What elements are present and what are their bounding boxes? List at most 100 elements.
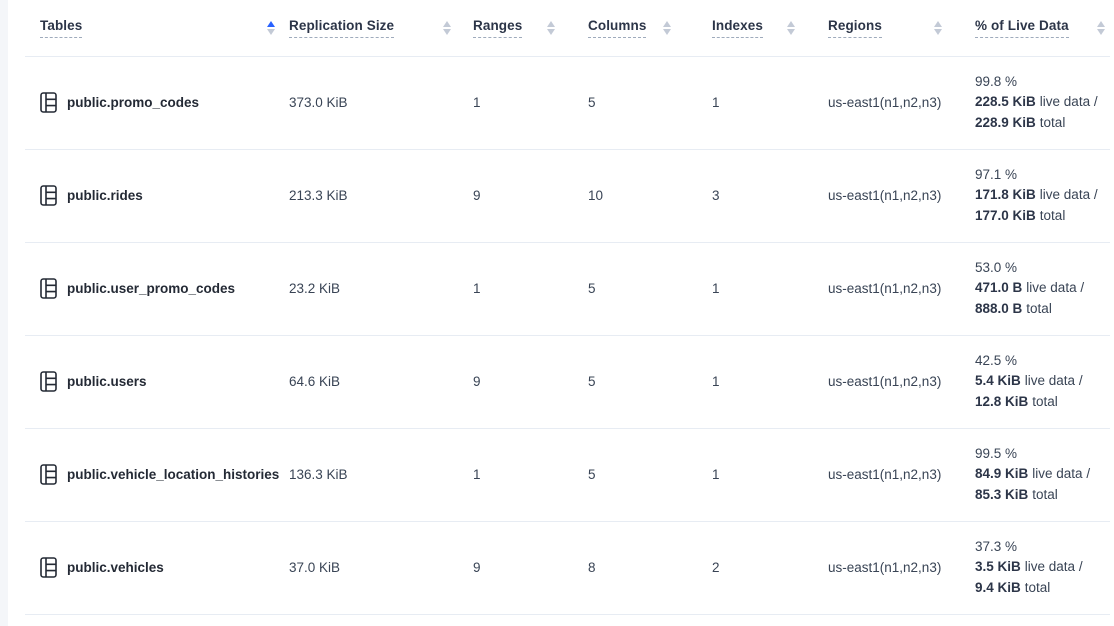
replication-size-cell: 23.2 KiB: [280, 242, 456, 335]
total-data-size: 12.8 KiB: [975, 394, 1028, 409]
table-grid-icon: [40, 278, 57, 299]
table-row[interactable]: public.vehicles 37.0 KiB 9 8 2 us-east1(…: [25, 521, 1110, 614]
table-name-link[interactable]: public.users: [67, 374, 147, 389]
replication-size-cell: 373.0 KiB: [280, 56, 456, 149]
live-data-percent: 53.0 %: [975, 258, 1110, 279]
columns-cell: 8: [560, 521, 676, 614]
table-grid-icon: [40, 464, 57, 485]
regions-cell: us-east1(n1,n2,n3): [800, 335, 947, 428]
total-data-size: 9.4 KiB: [975, 580, 1021, 595]
columns-cell: 5: [560, 428, 676, 521]
total-data-suffix: total: [1040, 115, 1066, 130]
live-data-cell: 99.8 % 228.5 KiB live data / 228.9 KiB tot…: [947, 56, 1110, 149]
replication-size-cell: 213.3 KiB: [280, 149, 456, 242]
table-row[interactable]: public.user_promo_codes 23.2 KiB 1 5 1 u…: [25, 242, 1110, 335]
sort-icon-indexes[interactable]: [786, 19, 796, 37]
col-header-indexes[interactable]: Indexes: [712, 18, 763, 38]
live-data-size: 84.9 KiB: [975, 466, 1028, 481]
total-data-suffix: total: [1032, 487, 1058, 502]
col-header-ranges[interactable]: Ranges: [473, 18, 522, 38]
regions-cell: us-east1(n1,n2,n3): [800, 521, 947, 614]
table-grid-icon: [40, 185, 57, 206]
table-grid-icon: [40, 557, 57, 578]
live-data-percent: 42.5 %: [975, 351, 1110, 372]
indexes-cell: 1: [676, 335, 800, 428]
total-data-size: 228.9 KiB: [975, 115, 1036, 130]
total-data-suffix: total: [1040, 208, 1066, 223]
table-name-link[interactable]: public.rides: [67, 188, 143, 203]
columns-cell: 5: [560, 242, 676, 335]
regions-cell: us-east1(n1,n2,n3): [800, 149, 947, 242]
total-data-suffix: total: [1032, 394, 1058, 409]
live-data-size: 471.0 B: [975, 280, 1022, 295]
live-data-suffix: live data /: [1032, 466, 1090, 481]
live-data-percent: 99.5 %: [975, 444, 1110, 465]
sort-icon-ranges[interactable]: [546, 19, 556, 37]
total-data-size: 85.3 KiB: [975, 487, 1028, 502]
table-name-link[interactable]: public.vehicle_location_histories: [67, 467, 279, 482]
col-header-regions[interactable]: Regions: [828, 18, 882, 38]
sort-icon-regions[interactable]: [933, 19, 943, 37]
columns-cell: 10: [560, 149, 676, 242]
left-edge-strip: [0, 0, 8, 626]
live-data-suffix: live data /: [1040, 94, 1098, 109]
sort-icon-columns[interactable]: [662, 19, 672, 37]
live-data-cell: 99.5 % 84.9 KiB live data / 85.3 KiB total: [947, 428, 1110, 521]
total-data-size: 888.0 B: [975, 301, 1022, 316]
live-data-cell: 37.3 % 3.5 KiBlive data / 9.4 KiBtotal: [947, 521, 1110, 614]
ranges-cell: 9: [456, 149, 560, 242]
table-name-link[interactable]: public.promo_codes: [67, 95, 199, 110]
total-data-suffix: total: [1025, 580, 1051, 595]
replication-size-cell: 37.0 KiB: [280, 521, 456, 614]
col-header-replication-size[interactable]: Replication Size: [289, 18, 394, 38]
live-data-size: 5.4 KiB: [975, 373, 1021, 388]
live-data-suffix: live data /: [1040, 187, 1098, 202]
live-data-percent: 37.3 %: [975, 537, 1110, 558]
sort-icon-tables[interactable]: [266, 19, 276, 37]
col-header-columns[interactable]: Columns: [588, 18, 646, 38]
ranges-cell: 9: [456, 335, 560, 428]
regions-cell: us-east1(n1,n2,n3): [800, 428, 947, 521]
live-data-size: 228.5 KiB: [975, 94, 1036, 109]
replication-size-cell: 64.6 KiB: [280, 335, 456, 428]
table-row[interactable]: public.vehicle_location_histories 136.3 …: [25, 428, 1110, 521]
columns-cell: 5: [560, 335, 676, 428]
ranges-cell: 1: [456, 428, 560, 521]
total-data-suffix: total: [1026, 301, 1052, 316]
indexes-cell: 1: [676, 242, 800, 335]
col-header-tables[interactable]: Tables: [40, 18, 82, 38]
sort-icon-live-data[interactable]: [1096, 19, 1106, 37]
live-data-suffix: live data /: [1026, 280, 1084, 295]
table-row[interactable]: public.rides 213.3 KiB 9 10 3 us-east1(n…: [25, 149, 1110, 242]
indexes-cell: 2: [676, 521, 800, 614]
col-header-live-data[interactable]: % of Live Data: [975, 18, 1069, 38]
regions-cell: us-east1(n1,n2,n3): [800, 242, 947, 335]
indexes-cell: 1: [676, 428, 800, 521]
regions-cell: us-east1(n1,n2,n3): [800, 56, 947, 149]
live-data-percent: 99.8 %: [975, 72, 1110, 93]
columns-cell: 5: [560, 56, 676, 149]
indexes-cell: 1: [676, 56, 800, 149]
replication-size-cell: 136.3 KiB: [280, 428, 456, 521]
live-data-size: 3.5 KiB: [975, 559, 1021, 574]
table-name-link[interactable]: public.vehicles: [67, 560, 164, 575]
sort-icon-replication-size[interactable]: [442, 19, 452, 37]
live-data-cell: 53.0 % 471.0 B live data / 888.0 B total: [947, 242, 1110, 335]
live-data-percent: 97.1 %: [975, 165, 1110, 186]
table-name-link[interactable]: public.user_promo_codes: [67, 281, 235, 296]
tables-list-table: Tables Replication Size Ranges Columns I…: [25, 0, 1110, 615]
live-data-suffix: live data /: [1025, 373, 1083, 388]
live-data-cell: 42.5 % 5.4 KiB live data / 12.8 KiB total: [947, 335, 1110, 428]
table-row[interactable]: public.users 64.6 KiB 9 5 1 us-east1(n1,…: [25, 335, 1110, 428]
ranges-cell: 1: [456, 242, 560, 335]
table-grid-icon: [40, 371, 57, 392]
table-grid-icon: [40, 92, 57, 113]
ranges-cell: 1: [456, 56, 560, 149]
table-row[interactable]: public.promo_codes 373.0 KiB 1 5 1 us-ea…: [25, 56, 1110, 149]
live-data-size: 171.8 KiB: [975, 187, 1036, 202]
live-data-cell: 97.1 % 171.8 KiB live data / 177.0 KiB tot…: [947, 149, 1110, 242]
header-row: Tables Replication Size Ranges Columns I…: [25, 0, 1110, 56]
ranges-cell: 9: [456, 521, 560, 614]
indexes-cell: 3: [676, 149, 800, 242]
total-data-size: 177.0 KiB: [975, 208, 1036, 223]
